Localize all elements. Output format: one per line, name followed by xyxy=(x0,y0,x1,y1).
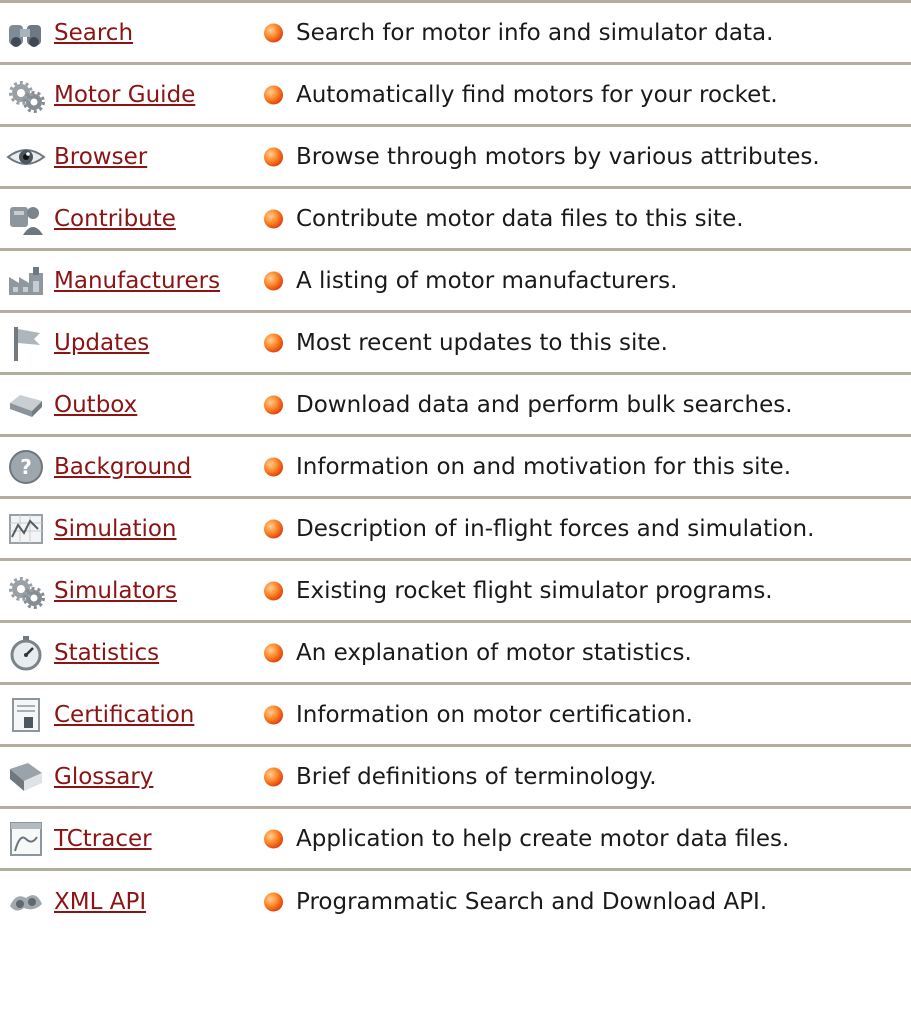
eye-icon[interactable] xyxy=(6,137,46,177)
menu-description: Browse through motors by various attribu… xyxy=(296,143,820,170)
binoculars-icon[interactable] xyxy=(6,13,46,53)
menu-description: Programmatic Search and Download API. xyxy=(296,889,768,915)
chart-icon[interactable] xyxy=(6,509,46,549)
menu-row-browser: Browser Browse through motors by various… xyxy=(0,127,911,189)
menu-link-statistics[interactable]: Statistics xyxy=(54,640,159,666)
gears-icon[interactable] xyxy=(6,571,46,611)
menu-description: Search for motor info and simulator data… xyxy=(296,19,774,46)
tracer-icon[interactable] xyxy=(6,819,46,859)
menu-row-glossary: Glossary Brief definitions of terminolog… xyxy=(0,747,911,809)
bullet-icon xyxy=(264,271,283,290)
menu-link-glossary[interactable]: Glossary xyxy=(54,764,153,790)
bullet-icon xyxy=(264,767,283,786)
bullet-icon xyxy=(264,457,283,476)
contribute-icon[interactable] xyxy=(6,199,46,239)
menu-description: An explanation of motor statistics. xyxy=(296,639,692,666)
certificate-icon[interactable] xyxy=(6,695,46,735)
bullet-icon xyxy=(264,209,283,228)
svg-text:?: ? xyxy=(20,455,32,479)
menu-row-search: Search Search for motor info and simulat… xyxy=(0,0,911,65)
menu-row-simulation: Simulation Description of in-flight forc… xyxy=(0,499,911,561)
menu-description: Existing rocket flight simulator program… xyxy=(296,577,773,604)
bullet-icon xyxy=(264,705,283,724)
menu-row-contribute: Contribute Contribute motor data files t… xyxy=(0,189,911,251)
bullet-icon xyxy=(264,395,283,414)
menu-row-xml-api: XML API Programmatic Search and Download… xyxy=(0,871,911,933)
bullet-icon xyxy=(264,85,283,104)
menu-description: Information on motor certification. xyxy=(296,701,693,728)
menu-row-motor-guide: Motor Guide Automatically find motors fo… xyxy=(0,65,911,127)
menu-description: Automatically find motors for your rocke… xyxy=(296,81,778,108)
menu-link-xml-api[interactable]: XML API xyxy=(54,889,146,915)
menu-link-search[interactable]: Search xyxy=(54,20,133,46)
flag-icon[interactable] xyxy=(6,323,46,363)
factory-icon[interactable] xyxy=(6,261,46,301)
bullet-icon xyxy=(264,581,283,600)
stopwatch-icon[interactable] xyxy=(6,633,46,673)
bullet-icon xyxy=(264,23,283,42)
gears-icon[interactable] xyxy=(6,75,46,115)
bullet-icon xyxy=(264,147,283,166)
question-icon[interactable]: ? xyxy=(6,447,46,487)
menu-link-certification[interactable]: Certification xyxy=(54,702,194,728)
menu-description: Download data and perform bulk searches. xyxy=(296,391,793,418)
menu-description: A listing of motor manufacturers. xyxy=(296,267,678,294)
menu-description: Application to help create motor data fi… xyxy=(296,825,790,852)
menu-description: Description of in-flight forces and simu… xyxy=(296,515,815,542)
api-icon[interactable] xyxy=(6,882,46,922)
menu-row-tctracer: TCtracer Application to help create moto… xyxy=(0,809,911,871)
menu-link-background[interactable]: Background xyxy=(54,454,191,480)
outbox-tray-icon[interactable] xyxy=(6,385,46,425)
menu-row-statistics: Statistics An explanation of motor stati… xyxy=(0,623,911,685)
menu-description: Brief definitions of terminology. xyxy=(296,763,657,790)
menu-row-outbox: Outbox Download data and perform bulk se… xyxy=(0,375,911,437)
menu-row-manufacturers: Manufacturers A listing of motor manufac… xyxy=(0,251,911,313)
menu-link-contribute[interactable]: Contribute xyxy=(54,206,176,232)
book-icon[interactable] xyxy=(6,757,46,797)
menu-row-background: ? Background Information on and motivati… xyxy=(0,437,911,499)
nav-menu: Search Search for motor info and simulat… xyxy=(0,0,911,933)
bullet-icon xyxy=(264,333,283,352)
menu-link-simulation[interactable]: Simulation xyxy=(54,516,177,542)
bullet-icon xyxy=(264,643,283,662)
bullet-icon xyxy=(264,892,283,912)
menu-row-updates: Updates Most recent updates to this site… xyxy=(0,313,911,375)
menu-link-manufacturers[interactable]: Manufacturers xyxy=(54,268,220,294)
menu-link-browser[interactable]: Browser xyxy=(54,144,147,170)
menu-link-updates[interactable]: Updates xyxy=(54,330,149,356)
menu-row-simulators: Simulators Existing rocket flight simula… xyxy=(0,561,911,623)
menu-description: Information on and motivation for this s… xyxy=(296,453,792,480)
menu-description: Contribute motor data files to this site… xyxy=(296,205,744,232)
menu-link-motor-guide[interactable]: Motor Guide xyxy=(54,82,195,108)
menu-link-outbox[interactable]: Outbox xyxy=(54,392,137,418)
bullet-icon xyxy=(264,829,283,848)
menu-row-certification: Certification Information on motor certi… xyxy=(0,685,911,747)
bullet-icon xyxy=(264,519,283,538)
menu-link-simulators[interactable]: Simulators xyxy=(54,578,177,604)
menu-link-tctracer[interactable]: TCtracer xyxy=(54,826,152,852)
menu-description: Most recent updates to this site. xyxy=(296,329,668,356)
